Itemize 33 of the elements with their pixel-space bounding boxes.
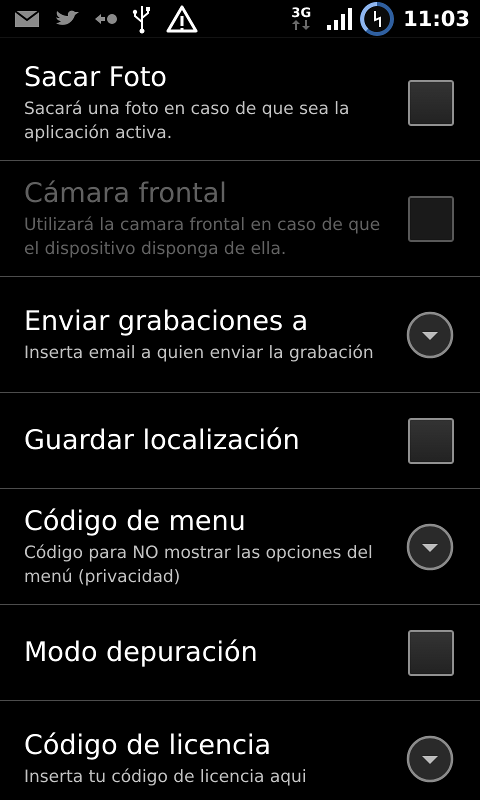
preference-summary: Inserta email a quien enviar la grabación <box>24 342 375 364</box>
mail-icon <box>14 10 40 28</box>
preference-item[interactable]: Enviar grabaciones a Inserta email a quien enviar la grabación <box>0 277 480 393</box>
checkbox[interactable] <box>408 630 454 676</box>
preference-summary: Inserta tu código de licencia aqui <box>24 766 308 788</box>
preference-title: Cámara frontal <box>24 176 228 210</box>
dropdown-icon[interactable] <box>406 734 454 782</box>
preference-title: Código de licencia <box>24 728 272 762</box>
arrow-dot-icon <box>94 12 118 26</box>
preference-item[interactable]: Sacar Foto Sacará una foto en caso de que sea la aplicación activa. <box>0 45 480 161</box>
usb-icon <box>132 4 152 34</box>
signal-icon <box>327 8 354 30</box>
warning-icon <box>166 4 198 34</box>
dropdown-icon[interactable] <box>406 522 454 570</box>
checkbox[interactable] <box>408 80 454 126</box>
preference-item[interactable]: Código de licencia Inserta tu código de licencia aqui <box>0 701 480 800</box>
network-type: 3G <box>291 7 312 20</box>
preference-summary: Sacará una foto en caso de que sea la aplicación activa. <box>24 98 350 144</box>
preference-title: Sacar Foto <box>24 60 168 94</box>
preference-item[interactable]: Modo depuración <box>0 605 480 701</box>
clock: 11:03 <box>403 6 470 30</box>
preference-summary: Código para NO mostrar las opciones del menú (privacidad) <box>24 542 374 588</box>
data-arrows-icon <box>292 20 310 30</box>
checkbox[interactable] <box>408 418 454 464</box>
preference-item[interactable]: Código de menu Código para NO mostrar las opciones del menú (privacidad) <box>0 489 480 605</box>
preference-item[interactable]: Guardar localización <box>0 393 480 489</box>
preference-title: Enviar grabaciones a <box>24 304 310 338</box>
preference-summary: Utilizará la camara frontal en caso de que el dispositivo disponga de ella. <box>24 214 382 260</box>
preference-title: Modo depuración <box>24 636 259 670</box>
preference-title: Guardar localización <box>24 424 301 458</box>
checkbox[interactable] <box>408 196 454 242</box>
preference-title: Código de menu <box>24 504 247 538</box>
dropdown-icon[interactable] <box>406 310 454 358</box>
